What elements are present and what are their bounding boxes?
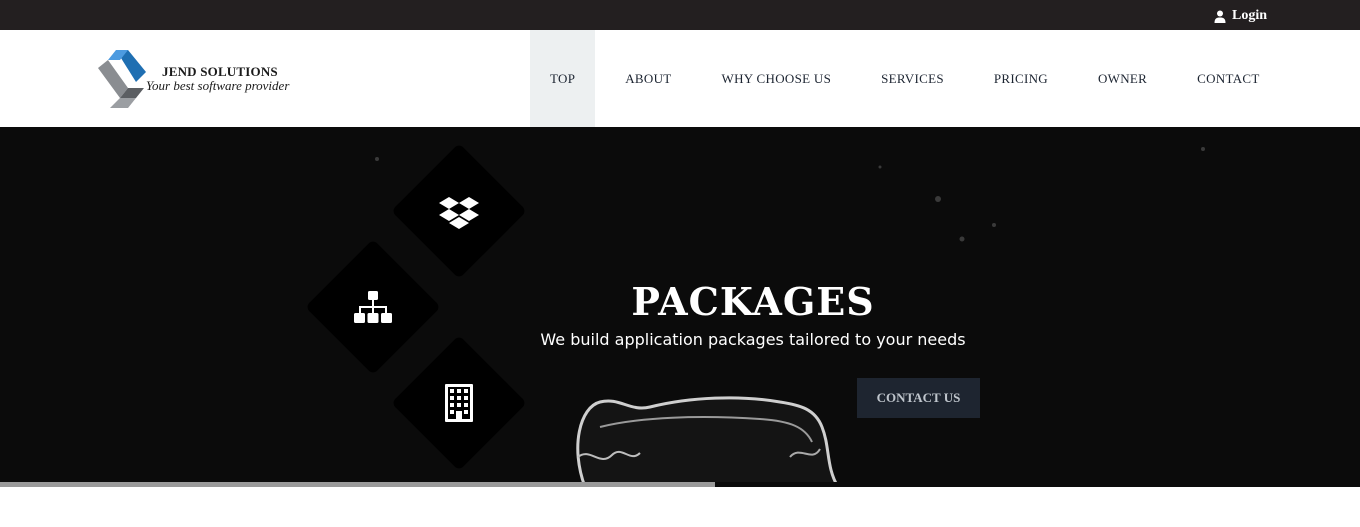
building-icon bbox=[435, 379, 483, 427]
dropbox-icon bbox=[435, 187, 483, 235]
slide-progress-bar bbox=[0, 482, 1360, 487]
slide-progress-fill bbox=[0, 482, 716, 487]
nav-item-contact[interactable]: CONTACT bbox=[1177, 30, 1279, 127]
hero-slider: PACKAGES We build application packages t… bbox=[0, 127, 1360, 487]
login-label: Login bbox=[1232, 8, 1268, 23]
site-header: JEND SOLUTIONS Your best software provid… bbox=[0, 30, 1360, 127]
nav-item-services[interactable]: SERVICES bbox=[861, 30, 964, 127]
nav-item-owner[interactable]: OWNER bbox=[1078, 30, 1167, 127]
login-link[interactable]: Login bbox=[1214, 8, 1267, 24]
nav-item-top[interactable]: TOP bbox=[530, 30, 596, 127]
logo-mark-icon bbox=[98, 50, 146, 108]
brand-tagline: Your best software provider bbox=[146, 78, 290, 93]
sitemap-icon bbox=[349, 283, 397, 331]
contact-us-button[interactable]: CONTACT US bbox=[857, 378, 980, 418]
user-icon bbox=[1214, 10, 1226, 23]
main-nav: TOP ABOUT WHY CHOOSE US SERVICES PRICING… bbox=[530, 30, 1280, 127]
brand-logo[interactable]: JEND SOLUTIONS Your best software provid… bbox=[98, 50, 298, 110]
top-bar: Login bbox=[0, 0, 1360, 30]
hero-title: PACKAGES bbox=[631, 279, 875, 324]
nav-item-pricing[interactable]: PRICING bbox=[974, 30, 1068, 127]
nav-item-about[interactable]: ABOUT bbox=[605, 30, 691, 127]
hero-subtitle: We build application packages tailored t… bbox=[540, 330, 966, 349]
nav-item-why-choose-us[interactable]: WHY CHOOSE US bbox=[702, 30, 852, 127]
